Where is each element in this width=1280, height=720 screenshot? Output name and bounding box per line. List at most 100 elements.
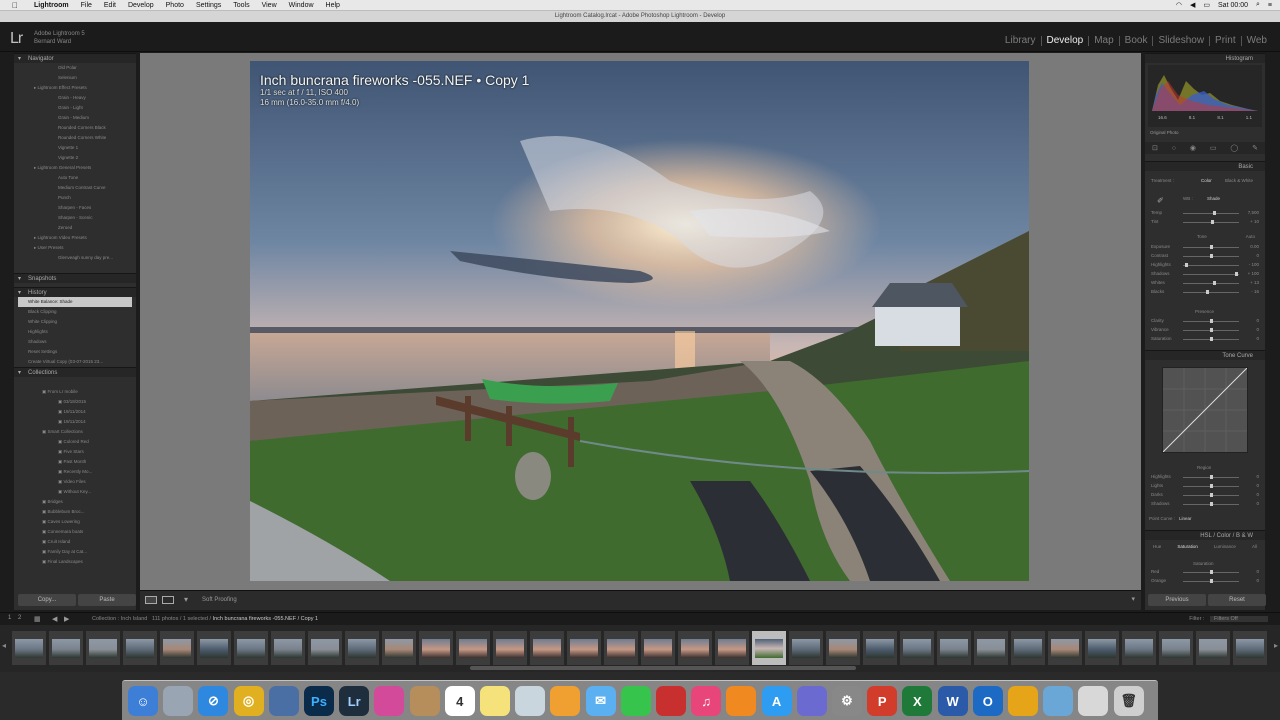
filmstrip-thumbnail[interactable] xyxy=(715,631,749,665)
slider-value[interactable]: 0 xyxy=(1256,483,1259,488)
slider-knob[interactable] xyxy=(1235,272,1239,276)
preset-item[interactable]: Medium Contrast Curve xyxy=(18,183,132,193)
dock-pinwheel-icon[interactable] xyxy=(374,686,405,716)
preset-item[interactable]: Sharpen - Faces xyxy=(18,203,132,213)
filmstrip-source-info[interactable]: Collection : Inch Island 111 photos / 1 … xyxy=(92,616,318,622)
histogram-header[interactable]: Histogram xyxy=(1145,53,1265,63)
preset-item[interactable]: Vignette 1 xyxy=(18,143,132,153)
dock-word-icon[interactable]: W xyxy=(937,686,968,716)
preset-item[interactable]: Old Polar xyxy=(18,63,132,73)
filmstrip-thumbnail[interactable] xyxy=(456,631,490,665)
dock-notes-icon[interactable] xyxy=(480,686,510,716)
menu-file[interactable]: File xyxy=(81,2,92,9)
wifi-icon[interactable]: ◠ xyxy=(1176,1,1182,9)
filmstrip-thumbnail[interactable] xyxy=(937,631,971,665)
slider-knob[interactable] xyxy=(1210,254,1213,258)
dock-dashboard-icon[interactable] xyxy=(796,686,827,716)
filmstrip-thumbnail[interactable] xyxy=(308,631,342,665)
collection-item[interactable]: ▣ Five Stars xyxy=(18,447,132,457)
module-slideshow[interactable]: Slideshow xyxy=(1158,35,1204,46)
filmstrip-thumbnail[interactable] xyxy=(197,631,231,665)
slider-value[interactable]: - 100 xyxy=(1249,262,1259,267)
filmstrip-thumbnail[interactable] xyxy=(974,631,1008,665)
slider-row[interactable]: Shadows + 100 xyxy=(1151,271,1259,277)
slider-knob[interactable] xyxy=(1184,263,1188,267)
filmstrip-thumbnail[interactable] xyxy=(345,631,379,665)
module-print[interactable]: Print xyxy=(1215,35,1236,46)
preset-item[interactable]: Selenium xyxy=(18,73,132,83)
preset-item[interactable]: Rounded Corners White xyxy=(18,133,132,143)
slider-knob[interactable] xyxy=(1210,475,1213,479)
slider-value[interactable]: 0 xyxy=(1256,501,1259,506)
slider-knob[interactable] xyxy=(1210,484,1213,488)
filmstrip-right-arrow-icon[interactable]: ▸ xyxy=(1274,641,1278,650)
dock-contacts-icon[interactable] xyxy=(409,686,440,716)
crop-icon[interactable]: ⊡ xyxy=(1152,144,1158,152)
secondary-display-1-button[interactable]: 1 xyxy=(8,615,11,621)
preset-item[interactable]: Grain - Medium xyxy=(18,113,132,123)
slider-knob[interactable] xyxy=(1211,220,1215,224)
dock-preview-icon[interactable] xyxy=(268,686,299,716)
menu-settings[interactable]: Settings xyxy=(196,2,221,9)
treatment-color[interactable]: Color xyxy=(1201,178,1212,183)
module-book[interactable]: Book xyxy=(1125,35,1148,46)
slider-row[interactable]: Vibrance 0 xyxy=(1151,327,1259,333)
history-item[interactable]: Reset Settings xyxy=(18,347,132,357)
filmstrip-left-arrow-icon[interactable]: ◂ xyxy=(2,641,6,650)
dock-lightroom-icon[interactable]: Lr xyxy=(339,686,370,716)
collections-header[interactable]: Collections xyxy=(14,367,136,378)
menu-lightroom[interactable]: Lightroom xyxy=(34,2,69,9)
navigator-header[interactable]: Navigator xyxy=(14,53,136,64)
notification-icon[interactable]: ≡ xyxy=(1268,2,1272,9)
preset-item[interactable]: Sharpen - Scenic xyxy=(18,213,132,223)
preset-item[interactable]: ▸ User Presets xyxy=(18,243,132,253)
graduated-filter-icon[interactable]: ▭ xyxy=(1210,144,1217,152)
secondary-display-2-button[interactable]: 2 xyxy=(18,615,21,621)
preset-item[interactable]: Rounded Corners Black xyxy=(18,123,132,133)
history-header[interactable]: History xyxy=(14,287,136,298)
preset-item[interactable]: Glenveagh sunny day pre... xyxy=(18,253,132,263)
original-photo-checkbox[interactable]: Original Photo xyxy=(1150,130,1179,135)
filmstrip-thumbnail[interactable] xyxy=(160,631,194,665)
red-eye-icon[interactable]: ◉ xyxy=(1190,144,1196,152)
collection-item[interactable]: ▣ Video Files xyxy=(18,477,132,487)
slider-row[interactable]: Highlights - 100 xyxy=(1151,262,1259,268)
slider-value[interactable]: 0 xyxy=(1256,336,1259,341)
hsl-tab-all[interactable]: All xyxy=(1252,544,1257,549)
hsl-tab-saturation[interactable]: Saturation xyxy=(1177,544,1198,549)
slider-knob[interactable] xyxy=(1210,502,1213,506)
filmstrip-thumbnail[interactable] xyxy=(900,631,934,665)
filmstrip-thumbnail[interactable] xyxy=(1085,631,1119,665)
preset-item[interactable]: Punch xyxy=(18,193,132,203)
slider-knob[interactable] xyxy=(1210,245,1213,249)
menu-view[interactable]: View xyxy=(262,2,277,9)
dock-safari-icon[interactable]: ⊘ xyxy=(198,686,229,716)
preset-item[interactable]: Zeroed xyxy=(18,223,132,233)
toolbar-menu-icon[interactable]: ▾ xyxy=(1131,595,1135,603)
filmstrip-thumbnail[interactable] xyxy=(826,631,860,665)
apple-menu-icon[interactable]:  xyxy=(12,1,22,10)
slider-value[interactable]: 0.00 xyxy=(1250,244,1259,249)
slider-knob[interactable] xyxy=(1213,281,1217,285)
volume-icon[interactable]: ◀ xyxy=(1190,1,1195,9)
collection-item[interactable]: ▣ Bubblebum Broc... xyxy=(18,507,132,517)
filmstrip-thumbnail[interactable] xyxy=(1122,631,1156,665)
filmstrip-thumbnail[interactable] xyxy=(789,631,823,665)
slider-knob[interactable] xyxy=(1210,493,1213,497)
dock-photoshop-icon[interactable]: Ps xyxy=(304,686,334,716)
slider-knob[interactable] xyxy=(1212,211,1216,215)
collection-item[interactable]: ▣ Connemara boats xyxy=(18,527,132,537)
previous-button[interactable]: Previous xyxy=(1148,594,1206,606)
snapshots-header[interactable]: Snapshots xyxy=(14,273,136,284)
dock-folder-icon[interactable] xyxy=(1008,686,1038,716)
menu-tools[interactable]: Tools xyxy=(233,2,249,9)
filmstrip-thumbnail[interactable] xyxy=(567,631,601,665)
back-arrow-icon[interactable]: ◀ xyxy=(52,615,57,623)
dock-chrome-icon[interactable]: ◎ xyxy=(233,686,264,716)
filmstrip-thumbnail[interactable] xyxy=(678,631,712,665)
treatment-bw[interactable]: Black & White xyxy=(1225,178,1253,183)
slider-track[interactable] xyxy=(1183,213,1239,214)
slider-knob[interactable] xyxy=(1210,570,1213,574)
menu-photo[interactable]: Photo xyxy=(166,2,184,9)
slider-value[interactable]: 7,500 xyxy=(1248,210,1259,215)
